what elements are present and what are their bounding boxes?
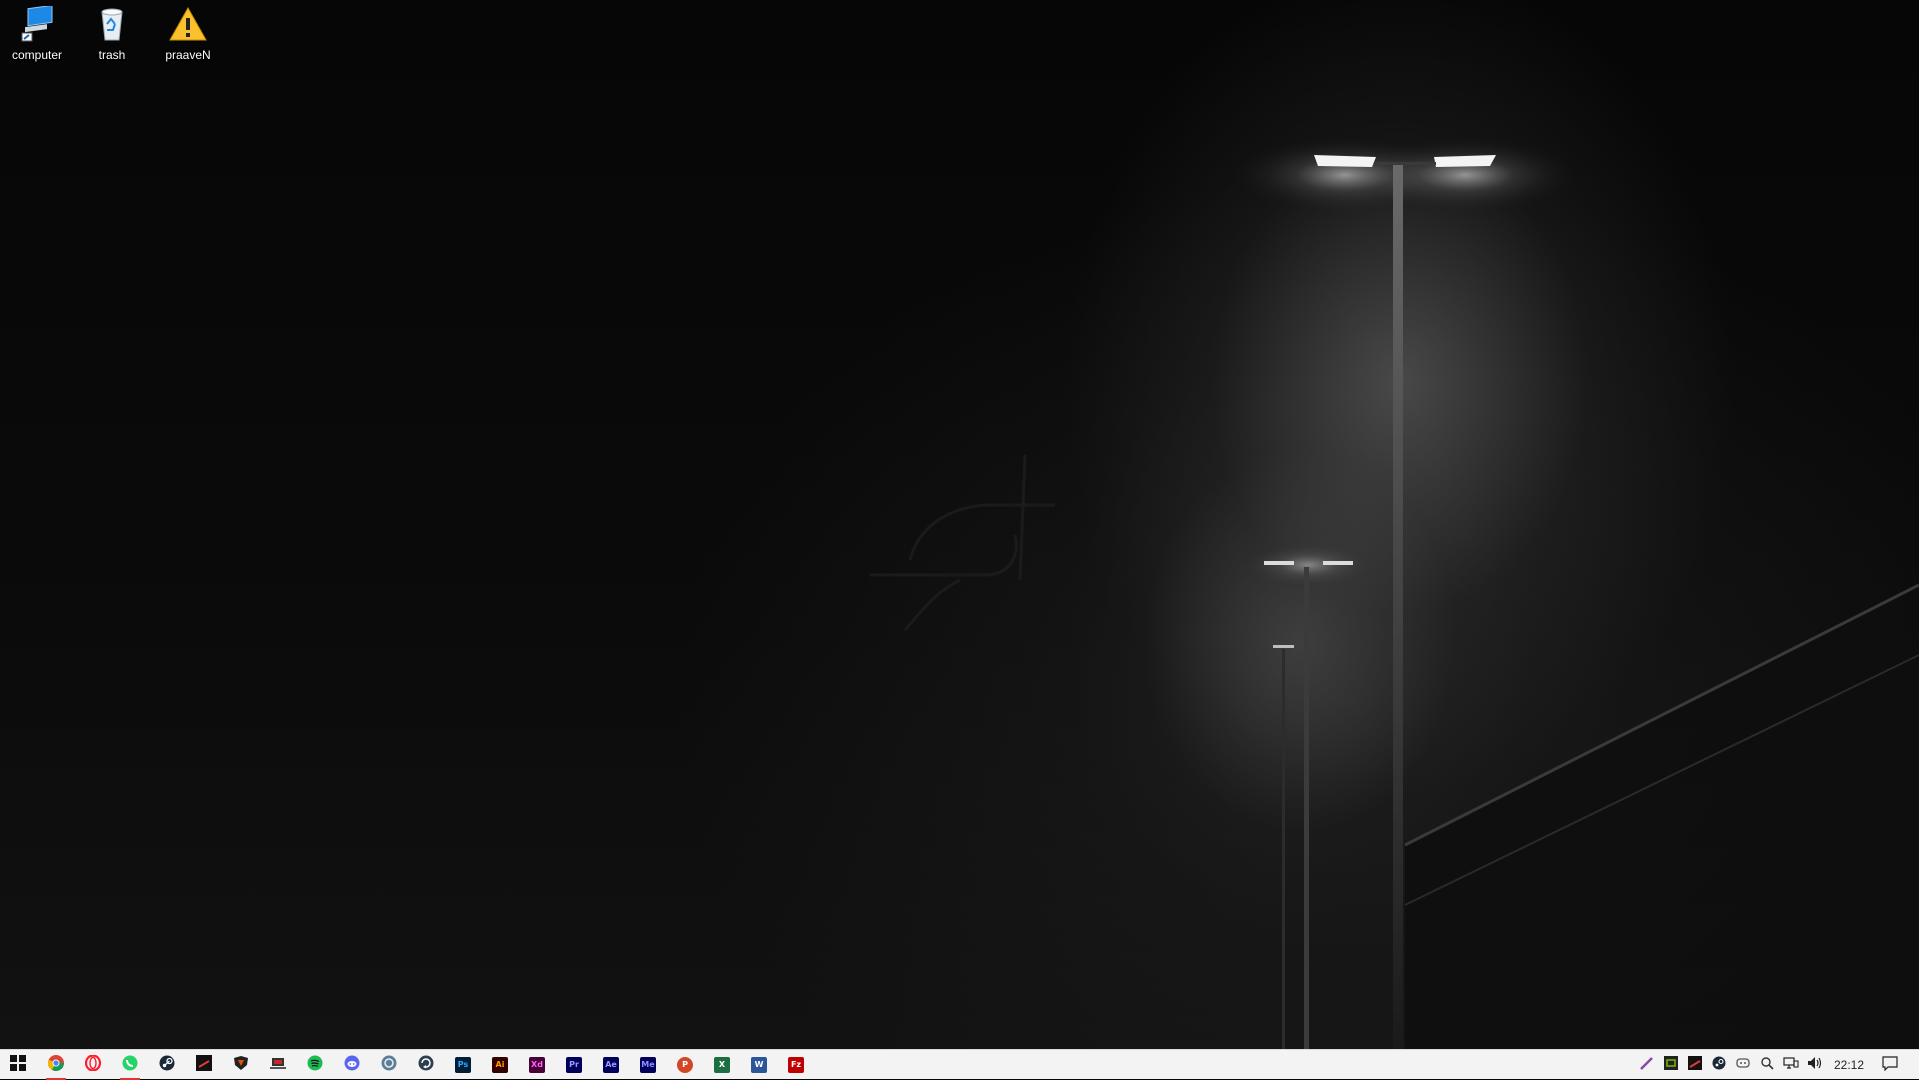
desktop-icon-praaven[interactable]: praaveN — [152, 4, 224, 70]
computer-icon — [17, 4, 57, 44]
whatsapp-icon — [122, 1055, 138, 1076]
taskbar-whatsapp[interactable] — [112, 1050, 148, 1080]
volume-icon — [1807, 1056, 1823, 1075]
taskbar-illustrator[interactable]: Ai — [482, 1050, 518, 1080]
taskbar-media-encoder[interactable]: Me — [630, 1050, 666, 1080]
notification-center-button[interactable] — [1876, 1050, 1904, 1080]
desktop-icon-label: computer — [11, 48, 63, 62]
taskbar-photoshop[interactable]: Ps — [445, 1050, 481, 1080]
illustrator-icon: Ai — [492, 1057, 508, 1073]
tray-volume[interactable] — [1804, 1050, 1826, 1080]
spotify-icon — [307, 1055, 323, 1076]
circle-app-icon — [381, 1055, 397, 1076]
pen-icon — [1640, 1056, 1654, 1075]
network-icon — [1783, 1056, 1799, 1075]
taskbar-powerpoint[interactable]: P — [667, 1050, 703, 1080]
tray-search[interactable] — [1756, 1050, 1778, 1080]
dark-tray-app-icon — [1688, 1055, 1702, 1075]
taskbar-laptop-app[interactable] — [260, 1050, 296, 1080]
clock[interactable]: 22:12 — [1824, 1050, 1874, 1080]
taskbar-xd[interactable]: Xd — [519, 1050, 555, 1080]
taskbar-filezilla[interactable]: Fz — [778, 1050, 814, 1080]
desktop: computer trash praaveN — [0, 0, 1919, 1049]
notification-icon — [1882, 1055, 1898, 1076]
start-button[interactable] — [0, 1050, 36, 1080]
taskbar: Ps Ai Xd Pr Ae Me P X W Fz 22:12 — [0, 1049, 1919, 1080]
discord-icon — [344, 1055, 360, 1076]
refresh-app-icon — [418, 1055, 434, 1076]
powerpoint-icon: P — [677, 1057, 693, 1073]
discord-tray-icon — [1736, 1056, 1750, 1075]
chrome-icon — [47, 1054, 64, 1076]
photoshop-icon: Ps — [455, 1057, 471, 1073]
recycle-bin-icon — [92, 4, 132, 44]
desktop-icon-label: praaveN — [165, 48, 211, 62]
tray-pen[interactable] — [1636, 1050, 1658, 1080]
dark-app-icon — [196, 1054, 212, 1076]
warning-icon — [168, 4, 208, 44]
taskbar-opera[interactable] — [75, 1050, 111, 1080]
desktop-icon-computer[interactable]: computer — [1, 4, 73, 70]
steam-tray-icon — [1712, 1056, 1726, 1075]
taskbar-circle-app[interactable] — [371, 1050, 407, 1080]
taskbar-chrome[interactable] — [38, 1050, 74, 1080]
premiere-icon: Pr — [566, 1057, 582, 1073]
search-tray-icon — [1760, 1056, 1774, 1075]
taskbar-excel[interactable]: X — [704, 1050, 740, 1080]
tray-dark-app[interactable] — [1684, 1050, 1706, 1080]
after-effects-icon: Ae — [603, 1057, 619, 1073]
windows-logo-icon — [10, 1054, 26, 1076]
tray-discord[interactable] — [1732, 1050, 1754, 1080]
tray-network[interactable] — [1780, 1050, 1802, 1080]
taskbar-shield-app[interactable] — [223, 1050, 259, 1080]
desktop-icon-trash[interactable]: trash — [76, 4, 148, 70]
excel-icon: X — [714, 1057, 730, 1073]
taskbar-spotify[interactable] — [297, 1050, 333, 1080]
opera-icon — [84, 1053, 102, 1076]
filezilla-icon: Fz — [788, 1057, 804, 1073]
taskbar-refresh-app[interactable] — [408, 1050, 444, 1080]
shield-app-icon — [233, 1055, 249, 1076]
media-encoder-icon: Me — [640, 1057, 656, 1073]
wallpaper — [870, 135, 1919, 1049]
taskbar-after-effects[interactable]: Ae — [593, 1050, 629, 1080]
tray-steam[interactable] — [1708, 1050, 1730, 1080]
desktop-icon-label: trash — [98, 48, 126, 62]
word-icon: W — [751, 1057, 767, 1073]
steam-icon — [159, 1055, 175, 1076]
xd-icon: Xd — [529, 1057, 545, 1073]
taskbar-word[interactable]: W — [741, 1050, 777, 1080]
taskbar-steam[interactable] — [149, 1050, 185, 1080]
taskbar-premiere[interactable]: Pr — [556, 1050, 592, 1080]
laptop-app-icon — [270, 1055, 286, 1076]
taskbar-dark-app[interactable] — [186, 1050, 222, 1080]
taskbar-discord[interactable] — [334, 1050, 370, 1080]
nvidia-icon — [1664, 1055, 1678, 1075]
tray-nvidia[interactable] — [1660, 1050, 1682, 1080]
